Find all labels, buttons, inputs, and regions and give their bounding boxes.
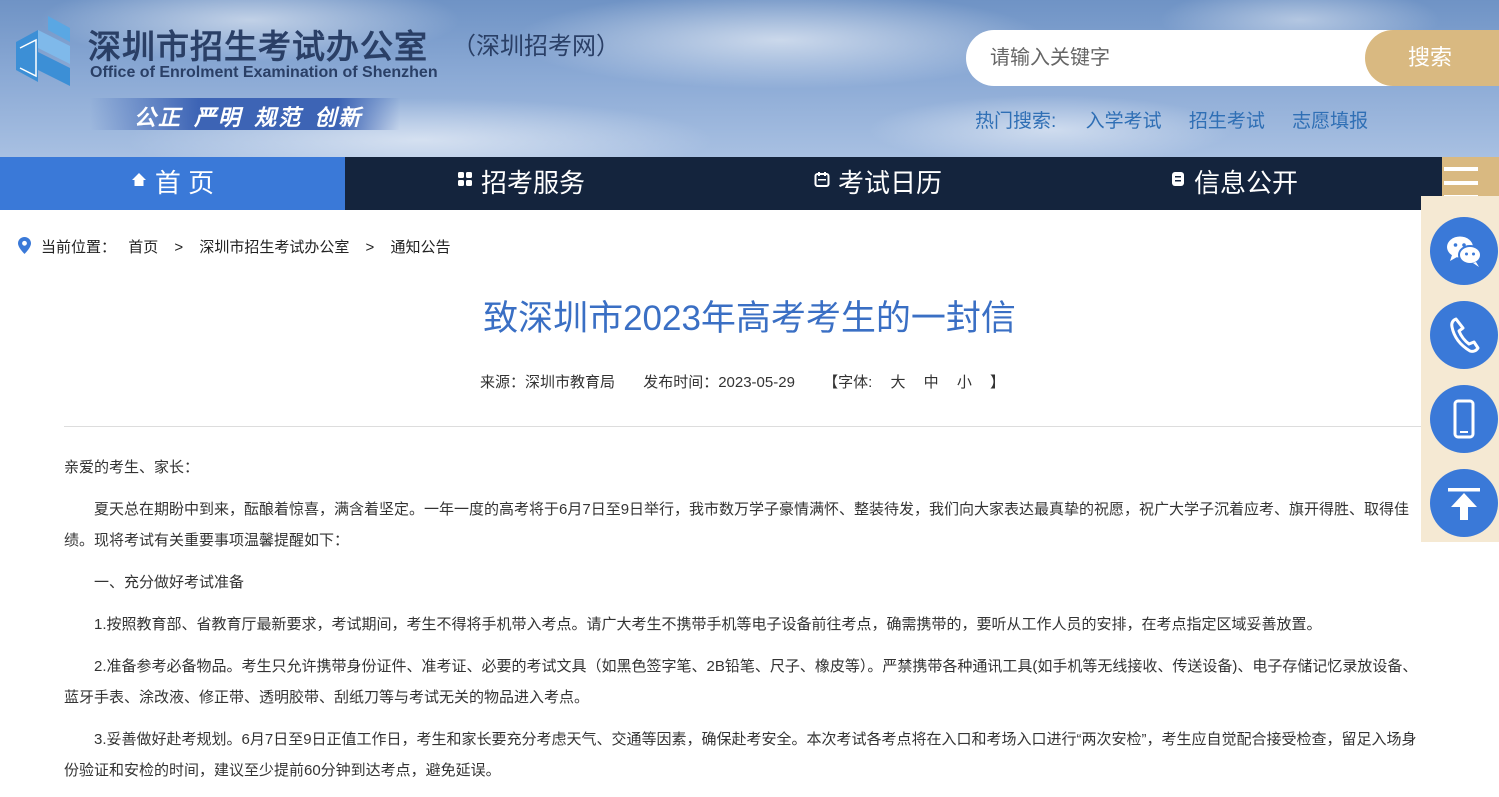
nav-item-home[interactable]: 首 页 xyxy=(0,157,345,210)
hot-link-application[interactable]: 志愿填报 xyxy=(1292,111,1368,132)
article-body: 亲爱的考生、家长： 夏天总在期盼中到来，酝酿着惊喜，满含着坚定。一年一度的高考将… xyxy=(64,452,1426,797)
site-title[interactable]: 深圳市招生考试办公室 xyxy=(88,20,428,68)
breadcrumb-notices[interactable]: 通知公告 xyxy=(390,239,450,256)
font-size-close: 】 xyxy=(990,374,1006,391)
font-size-label: 【字体: xyxy=(823,374,873,391)
font-size-medium[interactable]: 中 xyxy=(924,374,939,391)
nav-label-home: 首 页 xyxy=(154,168,215,198)
phone-icon xyxy=(1450,317,1480,353)
nav-label-services: 招考服务 xyxy=(481,168,586,198)
nav-item-services[interactable]: 招考服务 xyxy=(457,157,585,210)
nav-item-calendar[interactable]: 考试日历 xyxy=(814,157,942,210)
main-nav: 首 页 招考服务 考试日历 信息公开 xyxy=(0,157,1499,210)
nav-label-calendar: 考试日历 xyxy=(838,168,943,198)
breadcrumb-label: 当前位置： xyxy=(41,239,117,256)
divider xyxy=(64,426,1422,427)
article-source: 来源：深圳市教育局 xyxy=(480,374,616,391)
home-icon xyxy=(131,156,147,209)
article-title: 致深圳市2023年高考考生的一封信 xyxy=(483,299,1016,338)
search-input[interactable] xyxy=(988,42,1352,74)
document-icon xyxy=(1170,156,1186,209)
section-heading: 一、充分做好考试准备 xyxy=(94,574,245,591)
arrow-up-icon xyxy=(1448,488,1480,520)
calendar-icon xyxy=(814,156,830,209)
article-date: 发布时间：2023-05-29 xyxy=(643,374,795,391)
font-size-large[interactable]: 大 xyxy=(890,374,905,391)
location-pin-icon xyxy=(18,237,31,254)
wechat-icon xyxy=(1447,236,1482,267)
paragraph: 夏天总在期盼中到来，酝酿着惊喜，满含着坚定。一年一度的高考将于6月7日至9日举行… xyxy=(64,501,1410,549)
breadcrumb-office[interactable]: 深圳市招生考试办公室 xyxy=(199,239,349,256)
breadcrumb-separator: > xyxy=(365,239,375,256)
wechat-button[interactable] xyxy=(1430,217,1498,285)
mobile-icon xyxy=(1453,399,1475,439)
search-button[interactable]: 搜索 xyxy=(1365,30,1499,86)
breadcrumb: 当前位置： 首页 > 深圳市招生考试办公室 > 通知公告 xyxy=(18,236,450,257)
hot-search-label: 热门搜索: xyxy=(975,111,1057,132)
font-size-switcher: 【字体: 大 中 小 】 xyxy=(823,374,1005,391)
font-size-small[interactable]: 小 xyxy=(957,374,972,391)
paragraph: 2.准备参考必备物品。考生只允许携带身份证件、准考证、必要的考试文具（如黑色签字… xyxy=(64,658,1418,706)
logo-icon[interactable] xyxy=(8,12,78,92)
search-box: 搜索 xyxy=(966,30,1499,86)
nav-label-disclosure: 信息公开 xyxy=(1194,168,1299,198)
breadcrumb-separator: > xyxy=(174,239,184,256)
grid-icon xyxy=(457,156,473,209)
article-meta: 来源：深圳市教育局 发布时间：2023-05-29 【字体: 大 中 小 】 xyxy=(480,371,1029,392)
mobile-button[interactable] xyxy=(1430,385,1498,453)
hot-search: 热门搜索: 入学考试 招生考试 志愿填报 xyxy=(975,106,1390,133)
greeting: 亲爱的考生、家长： xyxy=(64,459,200,476)
breadcrumb-home[interactable]: 首页 xyxy=(128,239,158,256)
site-english-name: Office of Enrolment Examination of Shenz… xyxy=(90,64,438,81)
paragraph: 1.按照教育部、省教育厅最新要求，考试期间，考生不得将手机带入考点。请广大考生不… xyxy=(94,616,1322,633)
hot-link-entrance-exam[interactable]: 入学考试 xyxy=(1086,111,1162,132)
site-subtitle: （深圳招考网） xyxy=(452,33,620,60)
hot-link-admission-exam[interactable]: 招生考试 xyxy=(1189,111,1265,132)
paragraph: 3.妥善做好赴考规划。6月7日至9日正值工作日，考生和家长要充分考虑天气、交通等… xyxy=(64,731,1417,779)
slogan: 公正 严明 规范 创新 xyxy=(134,105,363,130)
phone-button[interactable] xyxy=(1430,301,1498,369)
back-to-top-button[interactable] xyxy=(1430,469,1498,537)
site-header: 深圳市招生考试办公室 （深圳招考网） Office of Enrolment E… xyxy=(0,0,1499,157)
nav-item-disclosure[interactable]: 信息公开 xyxy=(1170,157,1298,210)
